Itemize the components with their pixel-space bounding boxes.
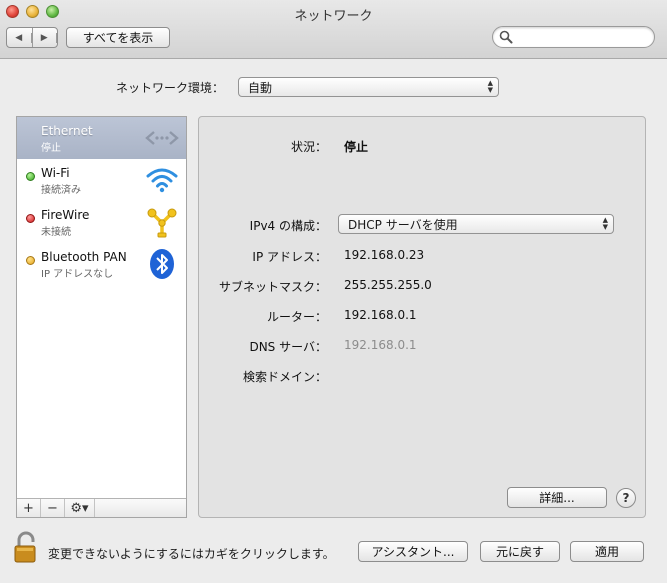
popup-arrows-icon: ▲ ▼ <box>487 79 493 94</box>
ipv4-config-popup[interactable]: DHCP サーバを使用 ▲ ▼ <box>338 214 614 234</box>
lock-description: 変更できないようにするにはカギをクリックします。 <box>48 547 335 561</box>
service-name: FireWire <box>41 208 90 222</box>
ip-address-label: IP アドレス： <box>252 250 327 264</box>
apply-button[interactable]: 適用 <box>570 541 644 562</box>
ip-address-value: 192.168.0.23 <box>344 248 425 262</box>
service-item-wifi[interactable]: Wi-Fi 接続済み <box>17 159 186 201</box>
dns-server-value: 192.168.0.1 <box>344 338 417 352</box>
show-all-button[interactable]: すべてを表示 <box>66 27 170 48</box>
gear-menu-button[interactable]: ⚙▾ <box>65 499 95 517</box>
bluetooth-icon <box>150 249 174 279</box>
advanced-button[interactable]: 詳細... <box>507 487 607 508</box>
service-detail-pane: 状況： 停止 IPv4 の構成： DHCP サーバを使用 ▲ ▼ IP アドレス：… <box>198 116 646 518</box>
window-title: ネットワーク <box>294 9 373 24</box>
service-list-actions: + − ⚙▾ <box>17 498 186 517</box>
wifi-icon <box>146 168 178 193</box>
help-button[interactable]: ? <box>616 488 636 508</box>
forward-button[interactable]: ▶ <box>33 28 57 47</box>
status-indicator-red <box>26 214 35 223</box>
dns-server-label: DNS サーバ： <box>249 340 327 354</box>
service-name: Bluetooth PAN <box>41 250 127 264</box>
status-indicator-green <box>26 172 35 181</box>
title-bar: ネットワーク ◀ ▶ すべてを表示 <box>0 0 667 59</box>
router-value: 192.168.0.1 <box>344 308 417 322</box>
help-icon: ? <box>622 491 630 505</box>
service-status: IP アドレスなし <box>41 269 114 280</box>
service-item-ethernet[interactable]: Ethernet 停止 <box>17 117 186 159</box>
service-status: 接続済み <box>41 185 81 196</box>
status-indicator-yellow <box>26 256 35 265</box>
status-label: 状況： <box>290 140 327 154</box>
search-icon <box>499 30 513 44</box>
revert-button[interactable]: 元に戻す <box>480 541 560 562</box>
location-label: ネットワーク環境： <box>116 81 225 95</box>
subnet-mask-value: 255.255.255.0 <box>344 278 432 292</box>
ipv4-config-label: IPv4 の構成： <box>249 219 327 233</box>
back-button[interactable]: ◀ <box>7 28 33 47</box>
popup-arrows-icon: ▲ ▼ <box>602 216 608 231</box>
service-list: Ethernet 停止 Wi-Fi 接続済み FireWire 未接続 Blue… <box>16 116 187 518</box>
service-item-bluetooth-pan[interactable]: Bluetooth PAN IP アドレスなし <box>17 243 186 285</box>
remove-service-button[interactable]: − <box>41 499 65 517</box>
lock-icon[interactable] <box>14 530 42 564</box>
ipv4-config-value: DHCP サーバを使用 <box>348 217 458 232</box>
status-value: 停止 <box>344 140 369 154</box>
location-popup[interactable]: 自動 ▲ ▼ <box>238 77 499 97</box>
search-domain-label: 検索ドメイン： <box>242 370 327 384</box>
service-status: 未接続 <box>41 227 71 238</box>
service-item-firewire[interactable]: FireWire 未接続 <box>17 201 186 243</box>
ethernet-icon <box>145 131 179 145</box>
firewire-icon <box>147 208 177 238</box>
add-service-button[interactable]: + <box>17 499 41 517</box>
forward-arrow-icon: ▶ <box>33 32 57 43</box>
back-arrow-icon: ◀ <box>7 32 32 43</box>
router-label: ルーター： <box>266 310 327 324</box>
location-value: 自動 <box>248 80 273 95</box>
subnet-mask-label: サブネットマスク： <box>218 280 327 294</box>
service-status: 停止 <box>41 143 61 154</box>
gear-icon: ⚙▾ <box>70 500 89 516</box>
back-forward-control: ◀ ▶ <box>6 27 58 48</box>
search-field[interactable] <box>492 26 655 48</box>
service-name: Wi-Fi <box>41 166 70 180</box>
service-name: Ethernet <box>41 124 93 138</box>
assistant-button[interactable]: アシスタント... <box>358 541 468 562</box>
